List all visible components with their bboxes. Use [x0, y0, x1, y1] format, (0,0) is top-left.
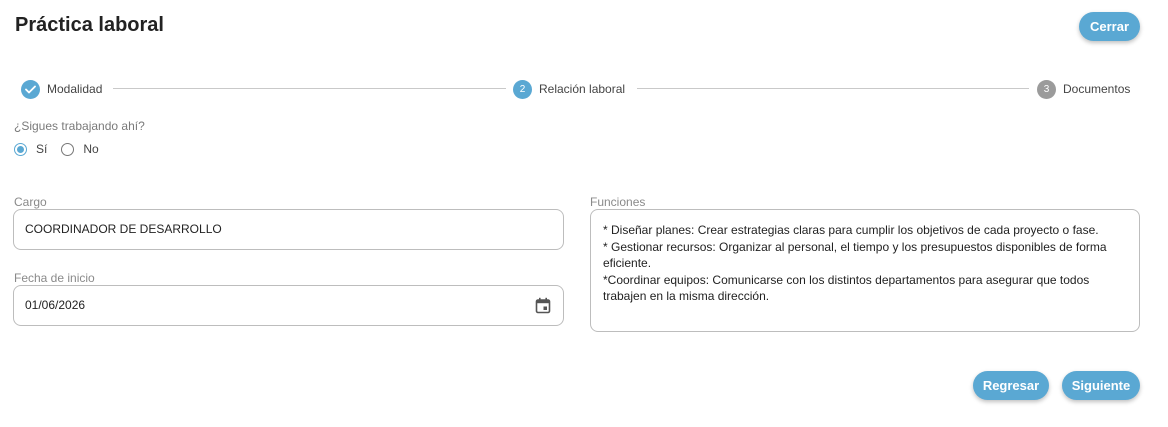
stepper: Modalidad 2 Relación laboral 3 Documento…: [0, 78, 1168, 100]
step-connector: [637, 88, 1029, 89]
working-radio-group: Sí No: [14, 142, 113, 156]
next-button[interactable]: Siguiente: [1062, 371, 1140, 400]
question-label: ¿Sigues trabajando ahí?: [14, 119, 145, 133]
radio-no[interactable]: [61, 142, 75, 156]
step-connector: [113, 88, 506, 89]
step-label: Relación laboral: [539, 82, 626, 96]
fecha-label: Fecha de inicio: [14, 271, 95, 285]
radio-option-si[interactable]: Sí: [14, 142, 47, 156]
radio-label: Sí: [36, 142, 48, 156]
fecha-input[interactable]: 01/06/2026: [13, 285, 564, 326]
cargo-label: Cargo: [14, 195, 47, 209]
funciones-label: Funciones: [590, 195, 646, 209]
funciones-textarea[interactable]: * Diseñar planes: Crear estrategias clar…: [590, 209, 1140, 332]
step-number: 3: [1037, 79, 1056, 99]
step-modalidad[interactable]: Modalidad: [21, 78, 102, 100]
cargo-input[interactable]: COORDINADOR DE DESARROLLO: [13, 209, 564, 250]
check-icon: [21, 79, 40, 99]
page-title: Práctica laboral: [15, 14, 164, 36]
radio-label: No: [83, 142, 99, 156]
fecha-value: 01/06/2026: [25, 298, 86, 312]
step-label: Documentos: [1063, 82, 1131, 96]
step-number: 2: [513, 79, 532, 99]
radio-si[interactable]: [14, 142, 27, 156]
close-button[interactable]: Cerrar: [1079, 12, 1140, 41]
step-documentos[interactable]: 3 Documentos: [1037, 78, 1130, 100]
calendar-icon[interactable]: [535, 297, 551, 314]
radio-option-no[interactable]: No: [61, 142, 99, 156]
step-relacion-laboral[interactable]: 2 Relación laboral: [513, 78, 625, 100]
back-button[interactable]: Regresar: [973, 371, 1049, 400]
step-label: Modalidad: [47, 82, 103, 96]
